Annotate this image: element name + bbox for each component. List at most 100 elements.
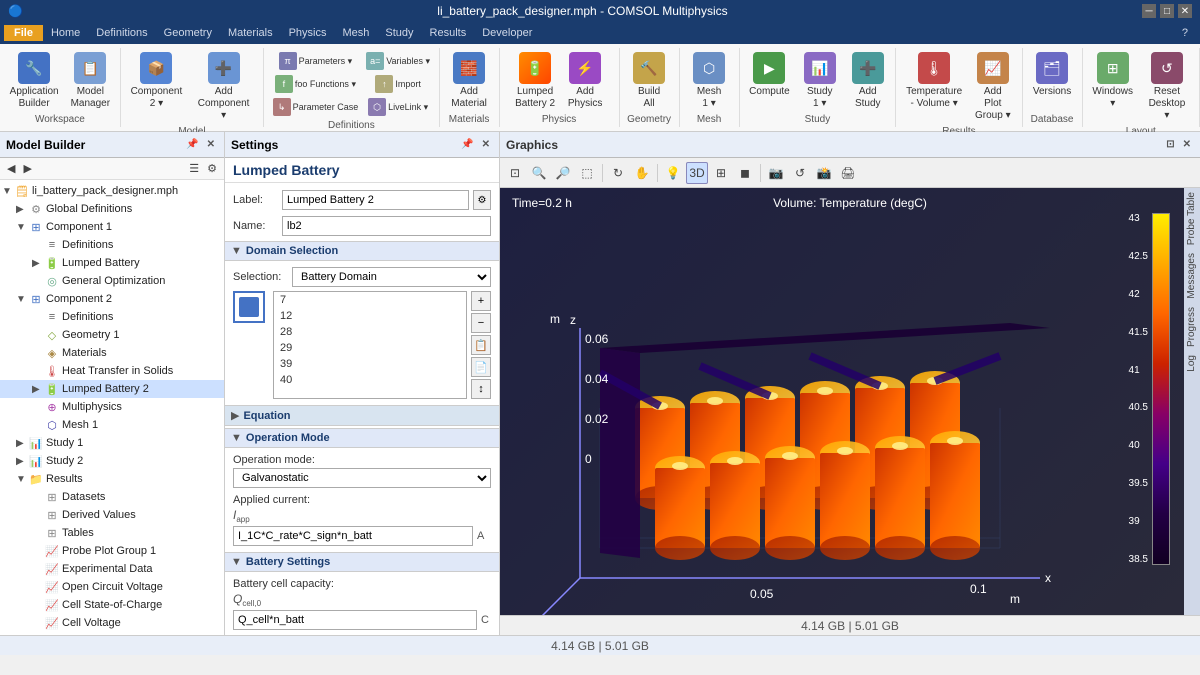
zoom-in-button[interactable]: 🔍 (528, 162, 550, 184)
mesh-menu[interactable]: Mesh (334, 25, 377, 41)
compute-button[interactable]: ▶ Compute (745, 50, 794, 100)
rotate-button[interactable]: ↻ (607, 162, 629, 184)
pan-button[interactable]: ✋ (631, 162, 653, 184)
add-plot-group-button[interactable]: 📈 Add PlotGroup ▾ (970, 50, 1016, 124)
home-menu[interactable]: Home (43, 25, 88, 41)
log-tab[interactable]: Log (1184, 351, 1200, 376)
study2-toggle[interactable]: ▶ (16, 456, 28, 467)
wireframe-button[interactable]: ⊞ (710, 162, 732, 184)
battery-settings-section[interactable]: ▼ Battery Settings (225, 552, 499, 572)
parameter-case-button[interactable]: ↳ Parameter Case (270, 96, 362, 118)
tree-root[interactable]: ▼ 🗒 li_battery_pack_designer.mph (0, 182, 224, 200)
livelink-button[interactable]: ⬡ LiveLink ▾ (363, 96, 433, 118)
name-input[interactable] (282, 216, 491, 236)
tree-geometry1[interactable]: ▶ ◇ Geometry 1 (0, 326, 224, 344)
functions-button[interactable]: f foo Functions ▾ (270, 73, 362, 95)
parameters-button[interactable]: π Parameters ▾ (270, 50, 362, 72)
add-physics-button[interactable]: ⚡ AddPhysics (563, 50, 607, 112)
lumped-battery-button[interactable]: 🔋 LumpedBattery 2 (511, 50, 559, 112)
help-menu[interactable]: ? (1174, 25, 1196, 41)
tree-datasets[interactable]: ▶ ⊞ Datasets (0, 488, 224, 506)
comp2-toggle[interactable]: ▼ (16, 294, 28, 305)
study-menu[interactable]: Study (377, 25, 421, 41)
add-study-button[interactable]: ➕ AddStudy (846, 50, 890, 112)
add-component-button[interactable]: ➕ AddComponent ▾ (190, 50, 257, 124)
domain-item-39[interactable]: 39 (274, 356, 466, 372)
minimize-button[interactable]: ─ (1142, 4, 1156, 18)
camera-button[interactable]: 📷 (765, 162, 787, 184)
op-mode-dropdown[interactable]: Galvanostatic (233, 468, 491, 488)
lb2-toggle[interactable]: ▶ (32, 384, 44, 395)
app-builder-button[interactable]: 🔧 ApplicationBuilder (6, 50, 63, 112)
print-button[interactable]: 🖨 (837, 162, 859, 184)
settings-pin[interactable]: 📌 (458, 138, 476, 151)
materials-menu[interactable]: Materials (220, 25, 281, 41)
probe-table-tab[interactable]: Probe Table (1184, 188, 1200, 249)
tree-lumped-battery2[interactable]: ▶ 🔋 Lumped Battery 2 (0, 380, 224, 398)
study1-button[interactable]: 📊 Study1 ▾ (798, 50, 842, 112)
zoom-box-button[interactable]: ⬚ (576, 162, 598, 184)
comp1-toggle[interactable]: ▼ (16, 222, 28, 233)
screenshot-button[interactable]: 📸 (813, 162, 835, 184)
tree-gen-optim[interactable]: ▶ ◎ General Optimization (0, 272, 224, 290)
graphics-close[interactable]: ✕ (1180, 138, 1194, 151)
tree-mesh1[interactable]: ▶ ⬡ Mesh 1 (0, 416, 224, 434)
domain-item-40[interactable]: 40 (274, 372, 466, 388)
tree-materials[interactable]: ▶ ◈ Materials (0, 344, 224, 362)
tree-study1[interactable]: ▶ 📊 Study 1 (0, 434, 224, 452)
component-button[interactable]: 📦 Component2 ▾ (127, 50, 186, 112)
domain-remove-button[interactable]: − (471, 313, 491, 333)
domain-item-12[interactable]: 12 (274, 308, 466, 324)
settings-close[interactable]: ✕ (479, 138, 493, 151)
model-builder-pin[interactable]: 📌 (183, 138, 201, 151)
graphics-float[interactable]: ⊡ (1163, 138, 1177, 151)
tree-results[interactable]: ▼ 📁 Results (0, 470, 224, 488)
windows-button[interactable]: ⊞ Windows▾ (1089, 50, 1137, 112)
tree-forward[interactable]: ▶ (20, 161, 34, 176)
operation-mode-section[interactable]: ▼ Operation Mode (225, 428, 499, 448)
tree-heat-transfer[interactable]: ▶ 🌡 Heat Transfer in Solids (0, 362, 224, 380)
tree-study2[interactable]: ▶ 📊 Study 2 (0, 452, 224, 470)
tree-component2[interactable]: ▼ ⊞ Component 2 (0, 290, 224, 308)
graphics-canvas[interactable]: Time=0.2 h Volume: Temperature (degC) (500, 188, 1200, 615)
file-menu[interactable]: File (4, 25, 43, 41)
study1-toggle[interactable]: ▶ (16, 438, 28, 449)
maximize-button[interactable]: □ (1160, 4, 1174, 18)
zoom-out-button[interactable]: 🔎 (552, 162, 574, 184)
refresh-button[interactable]: ↺ (789, 162, 811, 184)
tree-global-defs[interactable]: ▶ ⚙ Global Definitions (0, 200, 224, 218)
tree-probe-plot[interactable]: ▶ 📈 Probe Plot Group 1 (0, 542, 224, 560)
batt-cap-input[interactable] (233, 610, 477, 630)
temperature-volume-button[interactable]: 🌡 Temperature- Volume ▾ (902, 50, 966, 112)
reset-desktop-button[interactable]: ↺ ResetDesktop ▾ (1141, 50, 1193, 124)
add-material-button[interactable]: 🧱 AddMaterial (447, 50, 491, 112)
lb-toggle[interactable]: ▶ (32, 258, 44, 269)
import-button[interactable]: ↑ Import (363, 73, 433, 95)
label-input[interactable] (282, 190, 469, 210)
tree-back[interactable]: ◀ (4, 161, 18, 176)
domain-copy-button[interactable]: 📄 (471, 357, 491, 377)
root-toggle[interactable]: ▼ (2, 186, 14, 197)
physics-menu[interactable]: Physics (281, 25, 335, 41)
tree-exp-data[interactable]: ▶ 📈 Experimental Data (0, 560, 224, 578)
scene-light-button[interactable]: 💡 (662, 162, 684, 184)
tree-voltage-losses[interactable]: ▶ 📈 Voltage Losses and Load (0, 632, 224, 635)
tree-menu[interactable]: ☰ (186, 161, 202, 176)
results-toggle[interactable]: ▼ (16, 474, 28, 485)
global-defs-toggle[interactable]: ▶ (16, 204, 28, 215)
applied-current-input[interactable] (233, 526, 473, 546)
domain-add-button[interactable]: + (471, 291, 491, 311)
tree-definitions2[interactable]: ▶ ≡ Definitions (0, 308, 224, 326)
messages-tab[interactable]: Messages (1184, 249, 1200, 303)
model-manager-button[interactable]: 📋 ModelManager (67, 50, 114, 112)
mesh-button[interactable]: ⬡ Mesh1 ▾ (687, 50, 731, 112)
domain-paste-button[interactable]: 📋 (471, 335, 491, 355)
tree-tables[interactable]: ▶ ⊞ Tables (0, 524, 224, 542)
developer-menu[interactable]: Developer (474, 25, 540, 41)
versions-button[interactable]: 🗂 Versions (1029, 50, 1075, 100)
equation-section[interactable]: ▶ Equation (225, 405, 499, 426)
domain-item-29[interactable]: 29 (274, 340, 466, 356)
selection-dropdown[interactable]: Battery Domain (292, 267, 491, 287)
tree-cell-voltage[interactable]: ▶ 📈 Cell Voltage (0, 614, 224, 632)
tree-derived-values[interactable]: ▶ ⊞ Derived Values (0, 506, 224, 524)
